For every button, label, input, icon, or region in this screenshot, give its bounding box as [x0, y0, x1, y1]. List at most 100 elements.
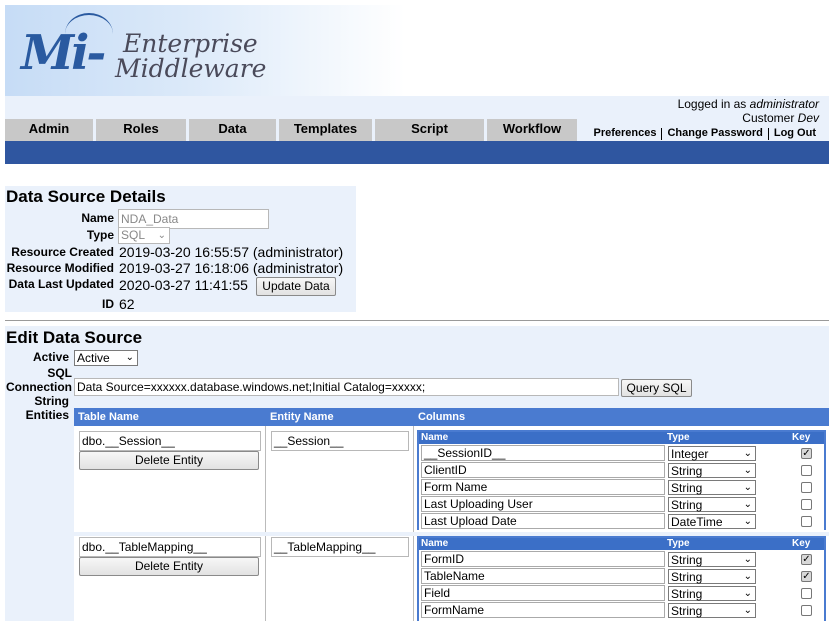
column-type-value: String [671, 570, 703, 584]
account-links: Preferences Change Password Log Out [588, 127, 821, 140]
chevron-down-icon: ⌄ [743, 465, 752, 476]
data-source-details: Data Source Details Name NDA_Data Type S… [5, 186, 356, 312]
column-row: FormID String ⌄ ✓ [419, 551, 824, 568]
tab-workflow[interactable]: Workflow [487, 119, 577, 141]
column-name-field[interactable]: FormName [421, 602, 665, 618]
key-checkbox[interactable] [801, 499, 812, 510]
delete-entity-button[interactable]: Delete Entity [79, 451, 259, 470]
active-select-value: Active [77, 351, 110, 365]
chevron-down-icon: ⌄ [743, 499, 752, 510]
table-name-field[interactable]: dbo.__TableMapping__ [79, 537, 261, 557]
column-type-select[interactable]: Integer ⌄ [668, 446, 756, 461]
tab-script-references[interactable]: Script References [375, 119, 487, 156]
check-icon: ✓ [802, 448, 811, 459]
connection-string-field[interactable]: Data Source=xxxxxx.database.windows.net;… [74, 378, 619, 396]
column-row: Last Uploading User String ⌄ [419, 496, 824, 513]
tab-templates[interactable]: Templates [279, 119, 375, 141]
active-select[interactable]: Active ⌄ [74, 350, 138, 366]
entities-label: Entities [25, 408, 69, 422]
key-checkbox[interactable] [801, 588, 812, 599]
modified-value: 2019-03-27 16:18:06 (administrator) [119, 260, 344, 276]
column-row: FormName String ⌄ [419, 602, 824, 619]
column-type-select[interactable]: String ⌄ [668, 463, 756, 478]
update-data-button[interactable]: Update Data [256, 277, 336, 296]
col-name-header: Name [421, 538, 449, 549]
nav-bar [5, 141, 829, 164]
key-checkbox[interactable] [801, 465, 812, 476]
column-type-select[interactable]: String ⌄ [668, 497, 756, 512]
column-name-field[interactable]: __SessionID__ [421, 445, 665, 461]
check-icon: ✓ [802, 571, 811, 582]
tab-roles[interactable]: Roles [96, 119, 189, 141]
column-row: ClientID String ⌄ [419, 462, 824, 479]
logo-mark: Mi- [21, 25, 106, 81]
column-type-select[interactable]: String ⌄ [668, 552, 756, 567]
id-label: ID [102, 297, 114, 311]
tab-data[interactable]: Data [189, 119, 279, 141]
logo-banner: Mi- Enterprise Middleware [5, 5, 405, 96]
column-type-select[interactable]: String ⌄ [668, 480, 756, 495]
chevron-down-icon: ⌄ [125, 352, 134, 363]
created-value: 2019-03-20 16:55:57 (administrator) [119, 244, 344, 260]
column-name-field[interactable]: Field [421, 585, 665, 601]
main-nav: Admin Roles Data Templates Script Refere… [5, 119, 577, 156]
column-row: Last Upload Date DateTime ⌄ [419, 513, 824, 530]
chevron-down-icon: ⌄ [743, 448, 752, 459]
entity-name-field[interactable]: __Session__ [271, 431, 409, 451]
column-row: Form Name String ⌄ [419, 479, 824, 496]
column-type-value: String [671, 553, 703, 567]
details-title: Data Source Details [6, 187, 166, 206]
column-type-select[interactable]: String ⌄ [668, 586, 756, 601]
logged-in-label: Logged in as [677, 97, 750, 111]
column-name-field[interactable]: ClientID [421, 462, 665, 478]
log-out-link[interactable]: Log Out [769, 127, 821, 140]
column-name-field[interactable]: TableName [421, 568, 665, 584]
columns-table-header: Name Type Key [419, 538, 824, 550]
type-select[interactable]: SQL ⌄ [118, 227, 170, 244]
preferences-link[interactable]: Preferences [588, 127, 661, 140]
chevron-down-icon: ⌄ [743, 482, 752, 493]
username: administrator [749, 97, 819, 111]
chevron-down-icon: ⌄ [743, 605, 752, 616]
name-field[interactable]: NDA_Data [118, 209, 269, 229]
key-checkbox[interactable] [801, 605, 812, 616]
delete-entity-button[interactable]: Delete Entity [79, 557, 259, 576]
column-row: TableName String ⌄ ✓ [419, 568, 824, 585]
key-checkbox[interactable]: ✓ [801, 554, 812, 565]
chevron-down-icon: ⌄ [157, 230, 166, 241]
logo-line-1: Enterprise [123, 29, 258, 58]
key-checkbox[interactable] [801, 482, 812, 493]
column-name-field[interactable]: Last Upload Date [421, 513, 665, 529]
column-type-value: String [671, 587, 703, 601]
key-checkbox[interactable] [801, 516, 812, 527]
key-checkbox[interactable]: ✓ [801, 571, 812, 582]
key-checkbox[interactable]: ✓ [801, 448, 812, 459]
col-key-header: Key [792, 432, 811, 443]
conn-label-sql: SQL [47, 366, 72, 380]
type-select-value: SQL [121, 228, 146, 242]
column-type-select[interactable]: DateTime ⌄ [668, 514, 756, 529]
entity-name-field[interactable]: __TableMapping__ [271, 537, 409, 557]
columns-table: Name Type Key __SessionID__ Integer ⌄ ✓ C… [417, 430, 826, 530]
column-type-value: String [671, 498, 703, 512]
column-name-field[interactable]: Form Name [421, 479, 665, 495]
change-password-link[interactable]: Change Password [662, 127, 767, 140]
query-sql-button[interactable]: Query SQL [621, 379, 692, 397]
col-type-header: Type [667, 432, 690, 443]
col-type-header: Type [667, 538, 690, 549]
user-info: Logged in as administrator Customer Dev [678, 97, 819, 125]
column-type-select[interactable]: String ⌄ [668, 603, 756, 618]
table-name-field[interactable]: dbo.__Session__ [79, 431, 261, 451]
tab-admin[interactable]: Admin [5, 119, 96, 141]
created-label: Resource Created [11, 245, 114, 259]
columns-table-header: Name Type Key [419, 432, 824, 444]
edit-title: Edit Data Source [6, 328, 143, 347]
column-type-select[interactable]: String ⌄ [668, 569, 756, 584]
table-name-header: Table Name [74, 408, 266, 426]
column-type-value: Integer [671, 447, 709, 461]
column-type-value: String [671, 604, 703, 618]
customer-label: Customer [742, 111, 798, 125]
column-name-field[interactable]: Last Uploading User [421, 496, 665, 512]
columns-header: Columns [414, 408, 829, 426]
column-name-field[interactable]: FormID [421, 551, 665, 567]
